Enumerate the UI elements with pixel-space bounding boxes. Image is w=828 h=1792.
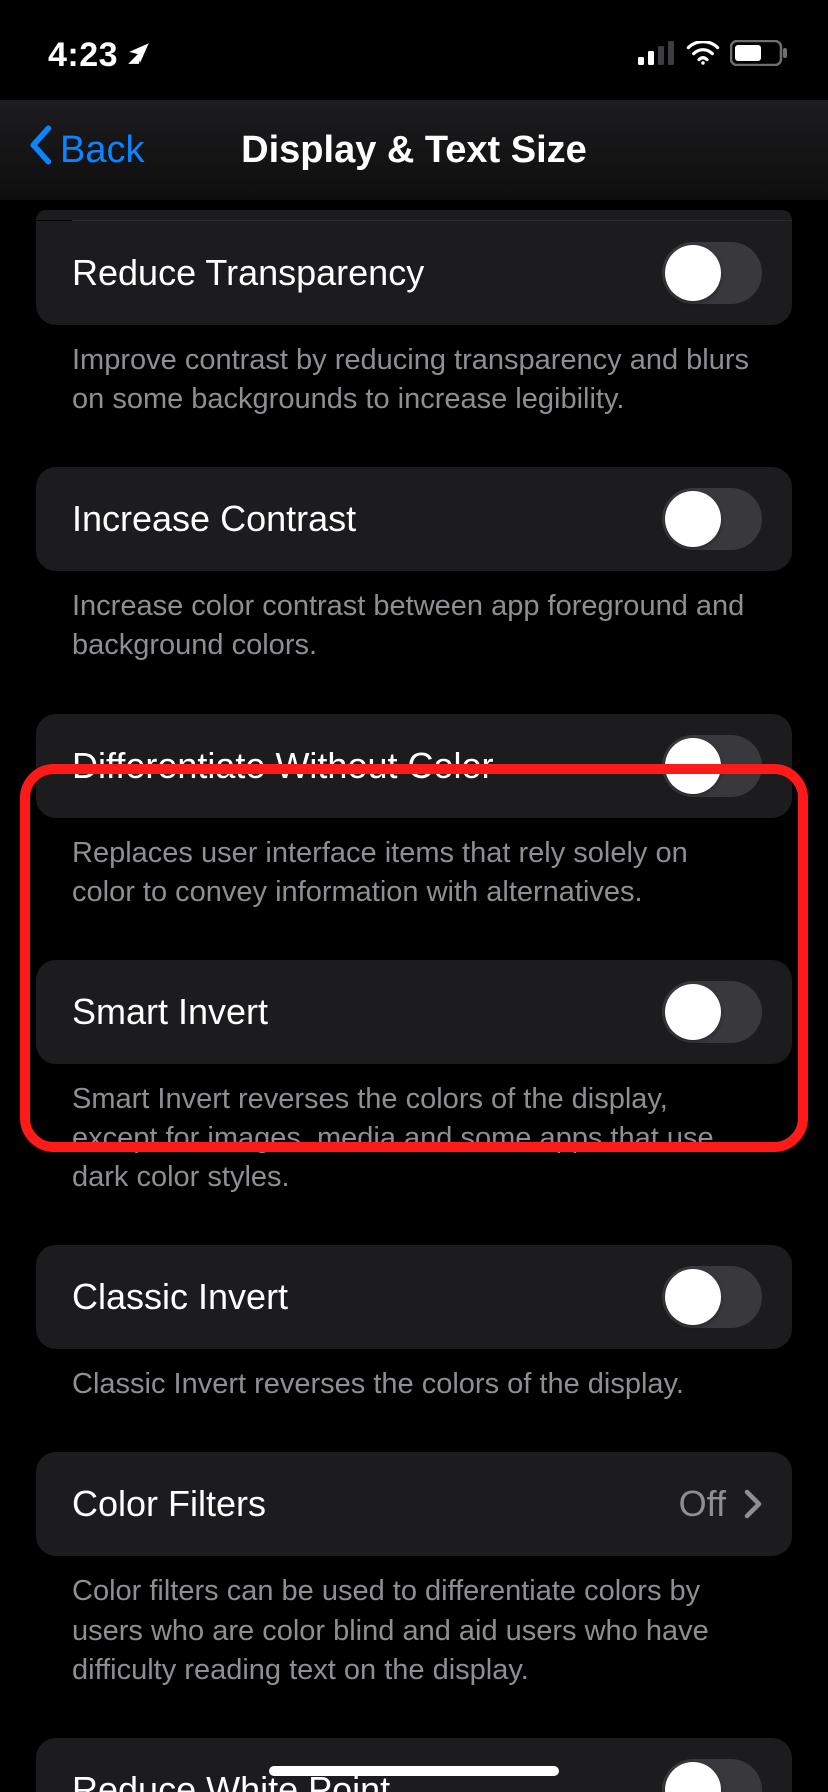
battery-icon <box>730 40 788 71</box>
toggle-reduce-transparency[interactable] <box>662 242 762 304</box>
cellular-icon <box>638 41 676 70</box>
row-label: Smart Invert <box>72 991 268 1033</box>
row-color-filters[interactable]: Color Filters Off <box>36 1452 792 1556</box>
section-differentiate-without-color: Differentiate Without Color Replaces use… <box>36 714 792 912</box>
back-button[interactable]: Back <box>0 125 144 175</box>
toggle-classic-invert[interactable] <box>662 1266 762 1328</box>
location-icon <box>126 40 152 71</box>
row-smart-invert[interactable]: Smart Invert <box>36 960 792 1064</box>
toggle-smart-invert[interactable] <box>662 981 762 1043</box>
row-label: Increase Contrast <box>72 498 356 540</box>
toggle-reduce-white-point[interactable] <box>662 1759 762 1792</box>
row-classic-invert[interactable]: Classic Invert <box>36 1245 792 1349</box>
row-label: Color Filters <box>72 1483 266 1525</box>
section-reduce-transparency: Reduce Transparency Improve contrast by … <box>36 210 792 419</box>
row-label: Reduce Transparency <box>72 252 424 294</box>
section-reduce-white-point: Reduce White Point Reduce the intensity … <box>36 1738 792 1792</box>
section-classic-invert: Classic Invert Classic Invert reverses t… <box>36 1245 792 1404</box>
row-differentiate-without-color[interactable]: Differentiate Without Color <box>36 714 792 818</box>
back-label: Back <box>60 129 144 172</box>
row-increase-contrast[interactable]: Increase Contrast <box>36 467 792 571</box>
status-bar: 4:23 <box>0 0 828 100</box>
row-footer: Classic Invert reverses the colors of th… <box>36 1349 792 1404</box>
toggle-increase-contrast[interactable] <box>662 488 762 550</box>
toggle-differentiate-without-color[interactable] <box>662 735 762 797</box>
row-value: Off <box>679 1483 726 1525</box>
status-time: 4:23 <box>48 36 118 75</box>
row-footer: Replaces user interface items that rely … <box>36 818 792 912</box>
section-color-filters: Color Filters Off Color filters can be u… <box>36 1452 792 1689</box>
row-footer: Increase color contrast between app fore… <box>36 571 792 665</box>
settings-list: Reduce Transparency Improve contrast by … <box>0 210 828 1792</box>
nav-header: Back Display & Text Size <box>0 100 828 200</box>
section-smart-invert: Smart Invert Smart Invert reverses the c… <box>36 960 792 1197</box>
row-label: Classic Invert <box>72 1276 288 1318</box>
row-reduce-transparency[interactable]: Reduce Transparency <box>36 221 792 325</box>
chevron-left-icon <box>28 125 52 175</box>
row-reduce-white-point[interactable]: Reduce White Point <box>36 1738 792 1792</box>
section-increase-contrast: Increase Contrast Increase color contras… <box>36 467 792 665</box>
wifi-icon <box>686 41 720 70</box>
row-footer: Improve contrast by reducing transparenc… <box>36 325 792 419</box>
row-footer: Smart Invert reverses the colors of the … <box>36 1064 792 1197</box>
row-footer: Color filters can be used to differentia… <box>36 1556 792 1689</box>
row-label: Differentiate Without Color <box>72 745 494 787</box>
chevron-right-icon <box>744 1489 762 1519</box>
home-indicator <box>269 1766 559 1776</box>
